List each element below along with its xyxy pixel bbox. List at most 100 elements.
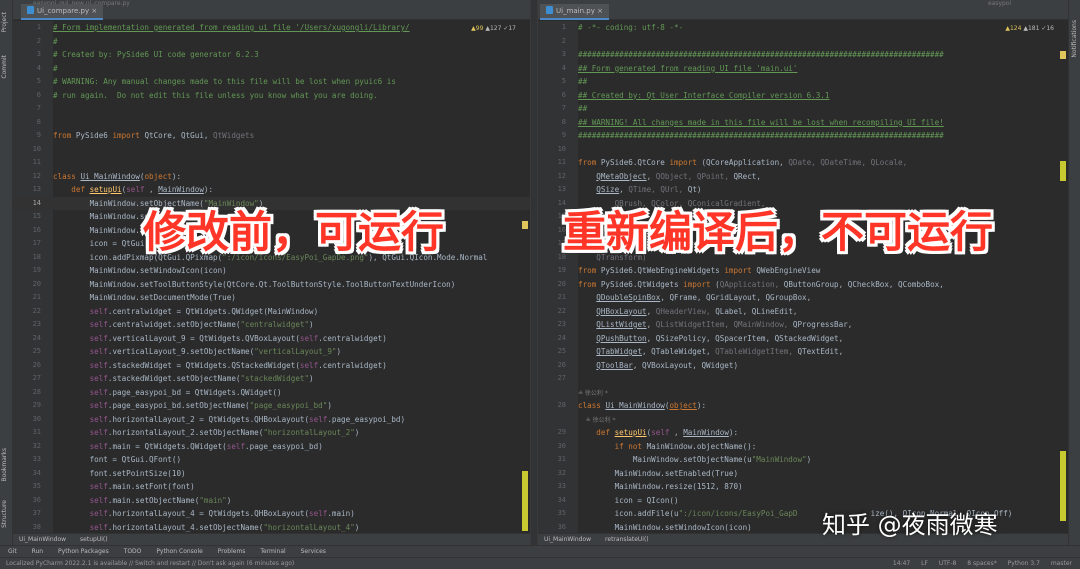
problems-tool-button[interactable]: Problems xyxy=(218,548,246,555)
code-line[interactable]: 5 ## xyxy=(538,75,1068,89)
caret-position[interactable]: 14:47 xyxy=(893,560,910,567)
line-number[interactable]: 8 xyxy=(538,116,566,130)
line-number[interactable]: 17 xyxy=(538,237,566,251)
line-number[interactable]: 23 xyxy=(13,318,41,332)
code-line[interactable]: 23 QListWidget, QListWidgetItem, QMainWi… xyxy=(538,318,1068,332)
line-number[interactable]: 2 xyxy=(13,35,41,49)
line-number[interactable]: 16 xyxy=(13,224,41,238)
code-line[interactable]: 32 MainWindow.setEnabled(True) xyxy=(538,467,1068,481)
line-number[interactable]: 20 xyxy=(538,278,566,292)
code-line[interactable]: 4 # xyxy=(13,62,530,76)
code-line[interactable]: 22 QHBoxLayout, QHeaderView, QLabel, QLi… xyxy=(538,305,1068,319)
file-encoding[interactable]: UTF-8 xyxy=(939,560,957,567)
line-number[interactable]: 27 xyxy=(538,372,566,386)
code-line[interactable]: 19 MainWindow.setWindowIcon(icon) xyxy=(13,264,530,278)
line-number[interactable]: 13 xyxy=(13,183,41,197)
line-number[interactable]: 16 xyxy=(538,224,566,238)
line-number[interactable]: 9 xyxy=(13,129,41,143)
code-line[interactable]: 20 MainWindow.setToolButtonStyle(QtCore.… xyxy=(13,278,530,292)
line-number[interactable]: 32 xyxy=(13,440,41,454)
line-number[interactable]: 37 xyxy=(13,507,41,521)
line-number[interactable]: 25 xyxy=(13,345,41,359)
project-tool-tab[interactable]: Project xyxy=(1,12,8,33)
line-number[interactable]: 22 xyxy=(538,305,566,319)
status-message[interactable]: Localized PyCharm 2022.2.1 is available … xyxy=(6,560,294,567)
code-line[interactable]: 26 QToolBar, QVBoxLayout, QWidget) xyxy=(538,359,1068,373)
structure-tool-tab[interactable]: Structure xyxy=(1,500,8,528)
line-number[interactable]: 6 xyxy=(13,89,41,103)
code-line[interactable]: 3 # Created by: PySide6 UI code generator… xyxy=(13,48,530,62)
line-separator[interactable]: LF xyxy=(921,560,928,567)
code-line[interactable]: 10 xyxy=(13,143,530,157)
line-number[interactable]: 11 xyxy=(538,156,566,170)
code-line[interactable]: 27 xyxy=(538,372,1068,386)
code-line[interactable]: 12 QMetaObject, QObject, QPoint, QRect, xyxy=(538,170,1068,184)
code-line[interactable]: 33 MainWindow.resize(1512, 870) xyxy=(538,480,1068,494)
code-line[interactable]: 2 xyxy=(538,35,1068,49)
line-number[interactable]: 19 xyxy=(13,264,41,278)
code-line[interactable]: 36 self.main.setObjectName("main") xyxy=(13,494,530,508)
code-line[interactable]: 10 xyxy=(538,143,1068,157)
breadcrumb-class[interactable]: Ui_MainWindow xyxy=(544,536,591,543)
line-number[interactable]: 38 xyxy=(13,521,41,534)
code-line[interactable]: ≗ 徐公利 * xyxy=(538,386,1068,400)
line-number[interactable]: 35 xyxy=(538,507,566,521)
code-line[interactable]: 27 self.stackedWidget.setObjectName("sta… xyxy=(13,372,530,386)
line-number[interactable]: 36 xyxy=(538,521,566,534)
close-tab-icon[interactable]: × xyxy=(91,7,97,15)
code-line[interactable]: 30 if not MainWindow.objectName(): xyxy=(538,440,1068,454)
line-number[interactable]: 26 xyxy=(13,359,41,373)
code-line[interactable]: 31 self.horizontalLayout_2.setObjectName… xyxy=(13,426,530,440)
line-number[interactable]: 2 xyxy=(538,35,566,49)
line-number[interactable]: 5 xyxy=(13,75,41,89)
code-line[interactable]: 11 xyxy=(13,156,530,170)
line-number[interactable]: 34 xyxy=(13,467,41,481)
code-line[interactable]: 31 MainWindow.setObjectName(u"MainWindow… xyxy=(538,453,1068,467)
notifications-tool-tab[interactable]: Notifications xyxy=(1071,20,1078,58)
code-line[interactable]: 29 def setupUi(self , MainWindow): xyxy=(538,426,1068,440)
left-error-stripe[interactable] xyxy=(522,21,529,533)
line-number[interactable]: 19 xyxy=(538,264,566,278)
code-line[interactable]: 21 QDoubleSpinBox, QFrame, QGridLayout, … xyxy=(538,291,1068,305)
line-number[interactable]: 21 xyxy=(538,291,566,305)
line-number[interactable]: 1 xyxy=(13,21,41,35)
code-line[interactable]: 19 from PySide6.QtWebEngineWidgets import… xyxy=(538,264,1068,278)
code-line[interactable]: 7 xyxy=(13,102,530,116)
code-line[interactable]: 26 self.stackedWidget = QtWidgets.QStack… xyxy=(13,359,530,373)
line-number[interactable]: 23 xyxy=(538,318,566,332)
indent-setting[interactable]: 8 spaces* xyxy=(967,560,996,567)
line-number[interactable]: 30 xyxy=(13,413,41,427)
code-line[interactable]: 4 ## Form generated from reading UI file … xyxy=(538,62,1068,76)
tab-ui-main[interactable]: Ui_main.py × xyxy=(540,4,609,20)
line-number[interactable]: 25 xyxy=(538,345,566,359)
python-console-tool-button[interactable]: Python Console xyxy=(156,548,203,555)
code-line[interactable]: 13 def setupUi(self , MainWindow): xyxy=(13,183,530,197)
git-tool-button[interactable]: Git xyxy=(8,548,17,555)
code-line[interactable]: 1 # Form implementation generated from re… xyxy=(13,21,530,35)
code-line[interactable]: 24 self.verticalLayout_9 = QtWidgets.QVB… xyxy=(13,332,530,346)
python-interpreter[interactable]: Python 3.7 xyxy=(1008,560,1040,567)
git-branch[interactable]: master xyxy=(1051,560,1072,567)
line-number[interactable]: 12 xyxy=(538,170,566,184)
code-line[interactable]: 20 from PySide6.QtWidgets import (QApplic… xyxy=(538,278,1068,292)
line-number[interactable]: 28 xyxy=(13,386,41,400)
line-number[interactable]: 28 xyxy=(538,399,566,413)
line-number[interactable]: 31 xyxy=(13,426,41,440)
commit-tool-tab[interactable]: Commit xyxy=(1,55,8,79)
line-number[interactable]: 15 xyxy=(538,210,566,224)
line-number[interactable]: 32 xyxy=(538,467,566,481)
code-line[interactable]: 33 font = QtGui.QFont() xyxy=(13,453,530,467)
tab-ui-compare[interactable]: Ui_compare.py × xyxy=(21,4,104,20)
line-number[interactable]: 18 xyxy=(13,251,41,265)
line-number[interactable]: 24 xyxy=(538,332,566,346)
line-number[interactable]: 12 xyxy=(13,170,41,184)
line-number[interactable]: 36 xyxy=(13,494,41,508)
code-line[interactable]: 13 QSize, QTime, QUrl, Qt) xyxy=(538,183,1068,197)
code-line[interactable]: 7 ## xyxy=(538,102,1068,116)
line-number[interactable]: 35 xyxy=(13,480,41,494)
editor-splitter[interactable] xyxy=(530,0,538,545)
line-number[interactable]: 9 xyxy=(538,129,566,143)
line-number[interactable]: 11 xyxy=(13,156,41,170)
line-number[interactable]: 29 xyxy=(538,426,566,440)
code-line[interactable]: 28 self.page_easypoi_bd = QtWidgets.QWid… xyxy=(13,386,530,400)
